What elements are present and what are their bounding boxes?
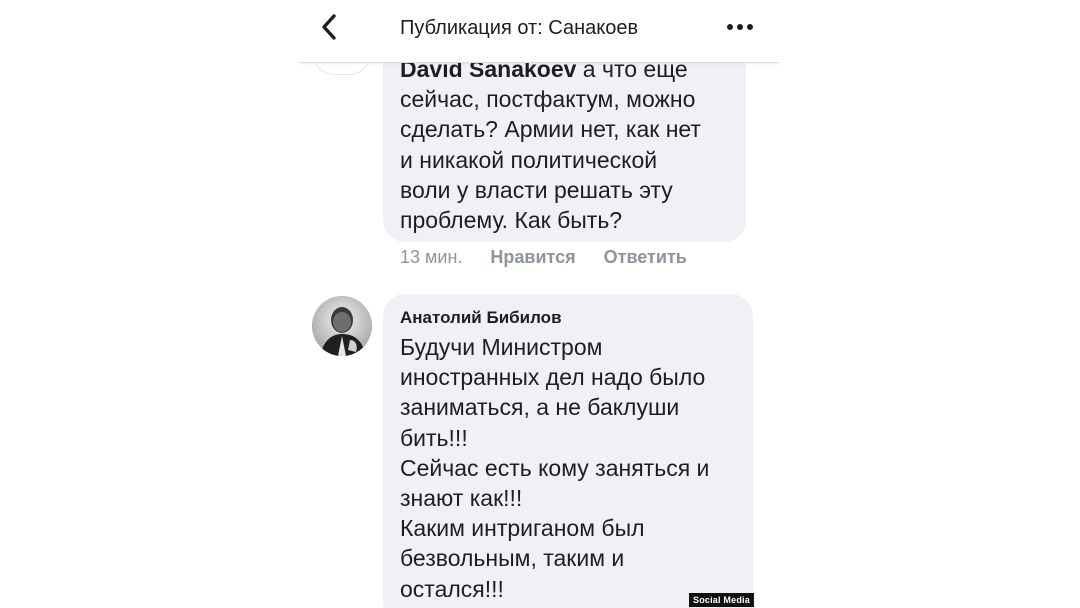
page-title: Публикация от: Санакоев [400, 17, 639, 39]
post-comments-screen: David Sanakoev а что еще сейчас, постфак… [300, 0, 779, 608]
top-bar: Публикация от: Санакоев [300, 0, 779, 63]
more-dots-icon [727, 24, 753, 30]
reply-button[interactable]: Ответить [604, 247, 687, 268]
back-button[interactable] [314, 12, 344, 42]
comment-text: David Sanakoev а что еще сейчас, постфак… [400, 54, 745, 235]
comment-body: Будучи Министром иностранных дел надо бы… [400, 334, 710, 602]
comment-bubble-bibilov[interactable]: Анатолий Бибилов Будучи Министром иностр… [383, 294, 753, 608]
comment-author-name[interactable]: Анатолий Бибилов [400, 308, 562, 328]
like-button[interactable]: Нравится [490, 247, 575, 268]
comment-timestamp: 13 мин. [400, 247, 463, 267]
comment-meta: 13 мин. Нравится Ответить [400, 247, 687, 268]
comment-body: а что еще сейчас, постфактум, можно сдел… [400, 56, 701, 234]
more-options-button[interactable] [720, 14, 760, 40]
source-watermark: Social Media [689, 593, 754, 607]
avatar-bibilov[interactable] [312, 296, 372, 356]
chevron-left-icon [322, 14, 336, 40]
avatar-photo [312, 296, 372, 356]
